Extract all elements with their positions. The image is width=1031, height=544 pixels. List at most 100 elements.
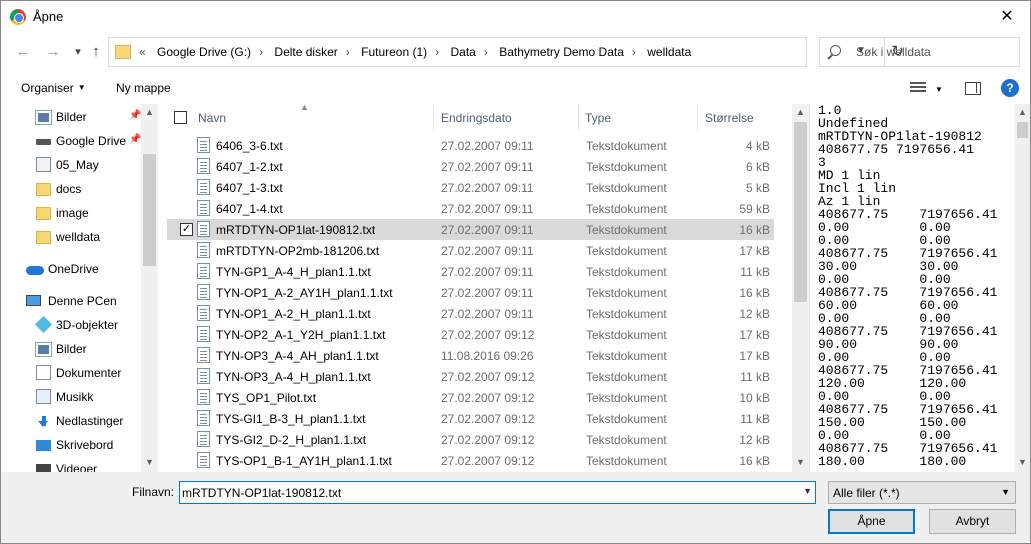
breadcrumb-overflow[interactable]: «	[139, 45, 146, 59]
file-name: TYS-OP1_B-1_AY1H_plan1.1.txt	[216, 454, 392, 468]
up-arrow-icon[interactable]: ↑	[86, 42, 106, 62]
breadcrumb-separator-icon[interactable]: ›	[632, 45, 636, 59]
filename-combobox[interactable]: ▼	[179, 481, 816, 504]
file-type-select[interactable]: Alle filer (*.*) ▼	[828, 481, 1016, 504]
toolbar: Organiser ▼ Ny mappe ▼ ?	[1, 74, 1030, 102]
table-row[interactable]: TYN-OP1_A-2_AY1H_plan1.1.txt 27.02.2007 0…	[167, 282, 774, 303]
scroll-up-icon[interactable]: ▲	[1014, 107, 1030, 117]
scroll-down-icon[interactable]: ▼	[141, 457, 158, 467]
table-row[interactable]: 6407_1-4.txt 27.02.2007 09:11 Tekstdokumen…	[167, 198, 774, 219]
sidebar-item-this-pc[interactable]: Denne PCen	[1, 289, 141, 313]
sidebar-item-05-may[interactable]: 05_May	[1, 153, 141, 177]
sidebar-item-docs[interactable]: docs	[1, 177, 141, 201]
text-file-icon	[197, 284, 210, 300]
table-row[interactable]: TYN-OP3_A-4_AH_plan1.1.txt 11.08.2016 09:…	[167, 345, 774, 366]
filename-input[interactable]	[182, 485, 792, 500]
music-icon	[36, 389, 51, 404]
cancel-button[interactable]: Avbryt	[929, 509, 1016, 534]
view-dropdown-icon[interactable]: ▼	[935, 85, 943, 94]
file-size: 17 kB	[739, 328, 770, 342]
close-button[interactable]: ✕	[984, 1, 1030, 32]
table-row[interactable]: TYS_OP1_Pilot.txt 27.02.2007 09:12 Tekstdo…	[167, 387, 774, 408]
table-row[interactable]: mRTDTYN-OP2mb-181206.txt 27.02.2007 09:11…	[167, 240, 774, 261]
open-button[interactable]: Åpne	[828, 509, 915, 534]
sidebar-item-welldata[interactable]: welldata	[1, 225, 141, 249]
help-icon[interactable]: ?	[1001, 79, 1019, 97]
scroll-up-icon[interactable]: ▲	[792, 107, 809, 117]
table-row[interactable]: TYN-OP1_A-2_H_plan1.1.txt 27.02.2007 09:1…	[167, 303, 774, 324]
preview-pane-icon[interactable]	[965, 82, 981, 95]
select-all-checkbox[interactable]	[174, 111, 187, 124]
scroll-down-icon[interactable]: ▼	[792, 457, 809, 467]
sidebar-item-image[interactable]: image	[1, 201, 141, 225]
breadcrumb-item[interactable]: Google Drive (G:)	[157, 45, 251, 59]
file-type: Tekstdokument	[586, 412, 667, 426]
table-row[interactable]: TYS-GI1_B-3_H_plan1.1.txt 27.02.2007 09:1…	[167, 408, 774, 429]
file-type: Tekstdokument	[586, 202, 667, 216]
table-row[interactable]: TYN-OP2_A-1_Y2H_plan1.1.txt 27.02.2007 09…	[167, 324, 774, 345]
breadcrumb-item[interactable]: Data	[450, 45, 475, 59]
file-size: 16 kB	[739, 454, 770, 468]
chevron-down-icon[interactable]: ▼	[803, 486, 812, 496]
sidebar-item-google-drive[interactable]: Google Drive 📌	[1, 129, 141, 153]
sidebar-item-label: Nedlastinger	[56, 414, 124, 428]
file-date: 27.02.2007 09:12	[441, 370, 535, 384]
sidebar-scroll-thumb[interactable]	[143, 154, 156, 266]
preview-line: 408677.75 7197656.41	[818, 142, 975, 157]
address-bar[interactable]: « Google Drive (G:) › Delte disker › Futur…	[108, 37, 904, 67]
sidebar-item-documents[interactable]: Dokumenter	[1, 361, 141, 385]
breadcrumb-item[interactable]: Futureon (1)	[361, 45, 427, 59]
table-row[interactable]: TYS-OP1_B-1_AY1H_plan1.1.txt 27.02.2007 0…	[167, 450, 774, 471]
preview-scrollbar[interactable]	[1015, 104, 1030, 472]
breadcrumb-separator-icon[interactable]: ›	[484, 45, 488, 59]
breadcrumb-separator-icon[interactable]: ›	[435, 45, 439, 59]
file-size: 11 kB	[740, 412, 770, 426]
file-size: 11 kB	[740, 370, 770, 384]
file-type: Tekstdokument	[586, 181, 667, 195]
organize-button[interactable]: Organiser ▼	[21, 81, 86, 95]
file-name: TYN-OP3_A-4_H_plan1.1.txt	[216, 370, 371, 384]
forward-arrow-icon[interactable]: →	[43, 42, 63, 62]
table-row[interactable]: TYN-OP3_A-4_H_plan1.1.txt 27.02.2007 09:1…	[167, 366, 774, 387]
sidebar-item-desktop[interactable]: Skrivebord	[1, 433, 141, 457]
breadcrumb-item[interactable]: Bathymetry Demo Data	[499, 45, 624, 59]
column-divider[interactable]	[433, 104, 434, 130]
sidebar-item-videos[interactable]: Videoer	[1, 457, 141, 472]
row-checkbox[interactable]: ✓	[180, 223, 193, 236]
back-arrow-icon[interactable]: ←	[13, 42, 33, 62]
sidebar-item-bilder-quick[interactable]: Bilder 📌	[1, 105, 141, 129]
column-header-date[interactable]: Endringsdato	[441, 111, 512, 125]
breadcrumb-separator-icon[interactable]: ›	[346, 45, 350, 59]
sidebar-item-3d-objects[interactable]: 3D-objekter	[1, 313, 141, 337]
sidebar-item-bilder[interactable]: Bilder	[1, 337, 141, 361]
table-row[interactable]: 6406_3-6.txt 27.02.2007 09:11 Tekstdokumen…	[167, 135, 774, 156]
column-header-size[interactable]: Størrelse	[705, 111, 754, 125]
file-list-scroll-thumb[interactable]	[794, 122, 807, 302]
sidebar-item-downloads[interactable]: Nedlastinger	[1, 409, 141, 433]
file-date: 11.08.2016 09:26	[441, 349, 534, 363]
view-options-icon[interactable]	[910, 82, 926, 94]
breadcrumb-item[interactable]: welldata	[647, 45, 691, 59]
sidebar-item-music[interactable]: Musikk	[1, 385, 141, 409]
scroll-down-icon[interactable]: ▼	[1014, 457, 1030, 467]
new-folder-button[interactable]: Ny mappe	[116, 81, 171, 95]
recent-dropdown-icon[interactable]: ▾	[68, 42, 88, 62]
column-header-name[interactable]: Navn	[198, 111, 226, 125]
column-divider[interactable]	[578, 104, 579, 130]
search-input[interactable]	[856, 43, 1014, 61]
scroll-up-icon[interactable]: ▲	[141, 107, 158, 117]
table-row[interactable]: ✓ mRTDTYN-OP1lat-190812.txt 27.02.2007 09:…	[167, 219, 774, 240]
breadcrumb-item[interactable]: Delte disker	[274, 45, 337, 59]
table-row[interactable]: TYN-GP1_A-4_H_plan1.1.txt 27.02.2007 09:1…	[167, 261, 774, 282]
column-divider[interactable]	[697, 104, 698, 130]
table-row[interactable]: 6407_1-3.txt 27.02.2007 09:11 Tekstdokumen…	[167, 177, 774, 198]
preview-scroll-thumb[interactable]	[1017, 122, 1028, 138]
sidebar-item-label: Musikk	[56, 390, 94, 404]
column-header-type[interactable]: Type	[585, 111, 611, 125]
sidebar-item-onedrive[interactable]: OneDrive	[1, 257, 141, 281]
table-row[interactable]: TYS-GI2_D-2_H_plan1.1.txt 27.02.2007 09:1…	[167, 429, 774, 450]
breadcrumb-separator-icon[interactable]: ›	[259, 45, 263, 59]
table-row[interactable]: 6407_1-2.txt 27.02.2007 09:11 Tekstdokumen…	[167, 156, 774, 177]
search-box[interactable]	[819, 37, 1020, 67]
file-size: 5 kB	[745, 181, 770, 195]
